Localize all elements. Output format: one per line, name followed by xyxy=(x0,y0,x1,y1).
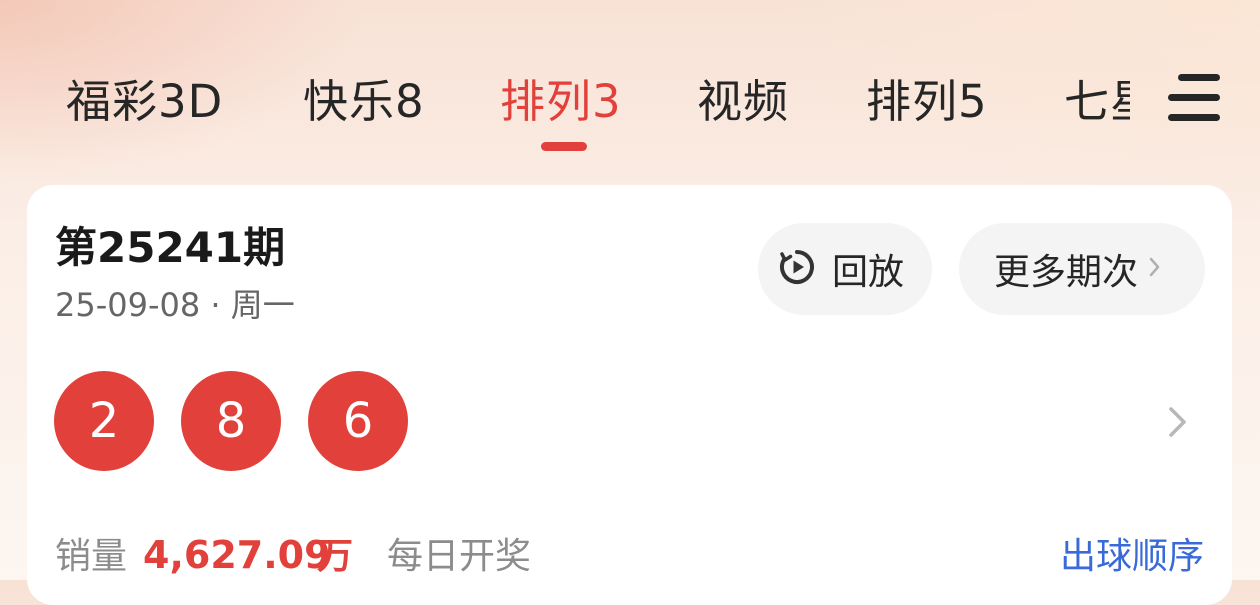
tab-pailie-3[interactable]: 排列3 xyxy=(500,74,622,130)
draw-result-card: 第25241期 25-09-08 · 周一 回放 更多期次 2 8 6 销量 4… xyxy=(27,185,1232,605)
tab-kuaile-8[interactable]: 快乐8 xyxy=(303,74,425,130)
replay-label: 回放 xyxy=(832,252,905,293)
chevron-right-icon[interactable] xyxy=(1166,405,1190,439)
more-issues-label: 更多期次 xyxy=(994,252,1139,293)
winning-number-ball: 6 xyxy=(308,371,408,471)
tab-pailie-5[interactable]: 排列5 xyxy=(866,74,988,130)
active-tab-indicator xyxy=(541,142,587,151)
issue-number: 第25241期 xyxy=(55,223,286,272)
hamburger-menu-icon[interactable] xyxy=(1166,72,1222,124)
replay-icon xyxy=(778,248,816,290)
issue-date: 25-09-08 · 周一 xyxy=(55,286,295,324)
sales-label: 销量 xyxy=(55,536,128,577)
tab-video[interactable]: 视频 xyxy=(697,74,789,130)
sales-value: 4,627.09 xyxy=(143,533,331,577)
winning-number-ball: 2 xyxy=(54,371,154,471)
more-issues-button[interactable]: 更多期次 xyxy=(959,223,1205,315)
winning-number-ball: 8 xyxy=(181,371,281,471)
sales-unit: 万 xyxy=(317,536,354,577)
chevron-right-icon xyxy=(1148,255,1162,283)
replay-button[interactable]: 回放 xyxy=(758,223,932,315)
tab-fucai-3d[interactable]: 福彩3D xyxy=(66,74,223,130)
ball-order-link[interactable]: 出球顺序 xyxy=(1060,535,1204,579)
draw-frequency: 每日开奖 xyxy=(387,536,532,577)
tab-qixingcai[interactable]: 七星彩 xyxy=(1064,74,1130,130)
